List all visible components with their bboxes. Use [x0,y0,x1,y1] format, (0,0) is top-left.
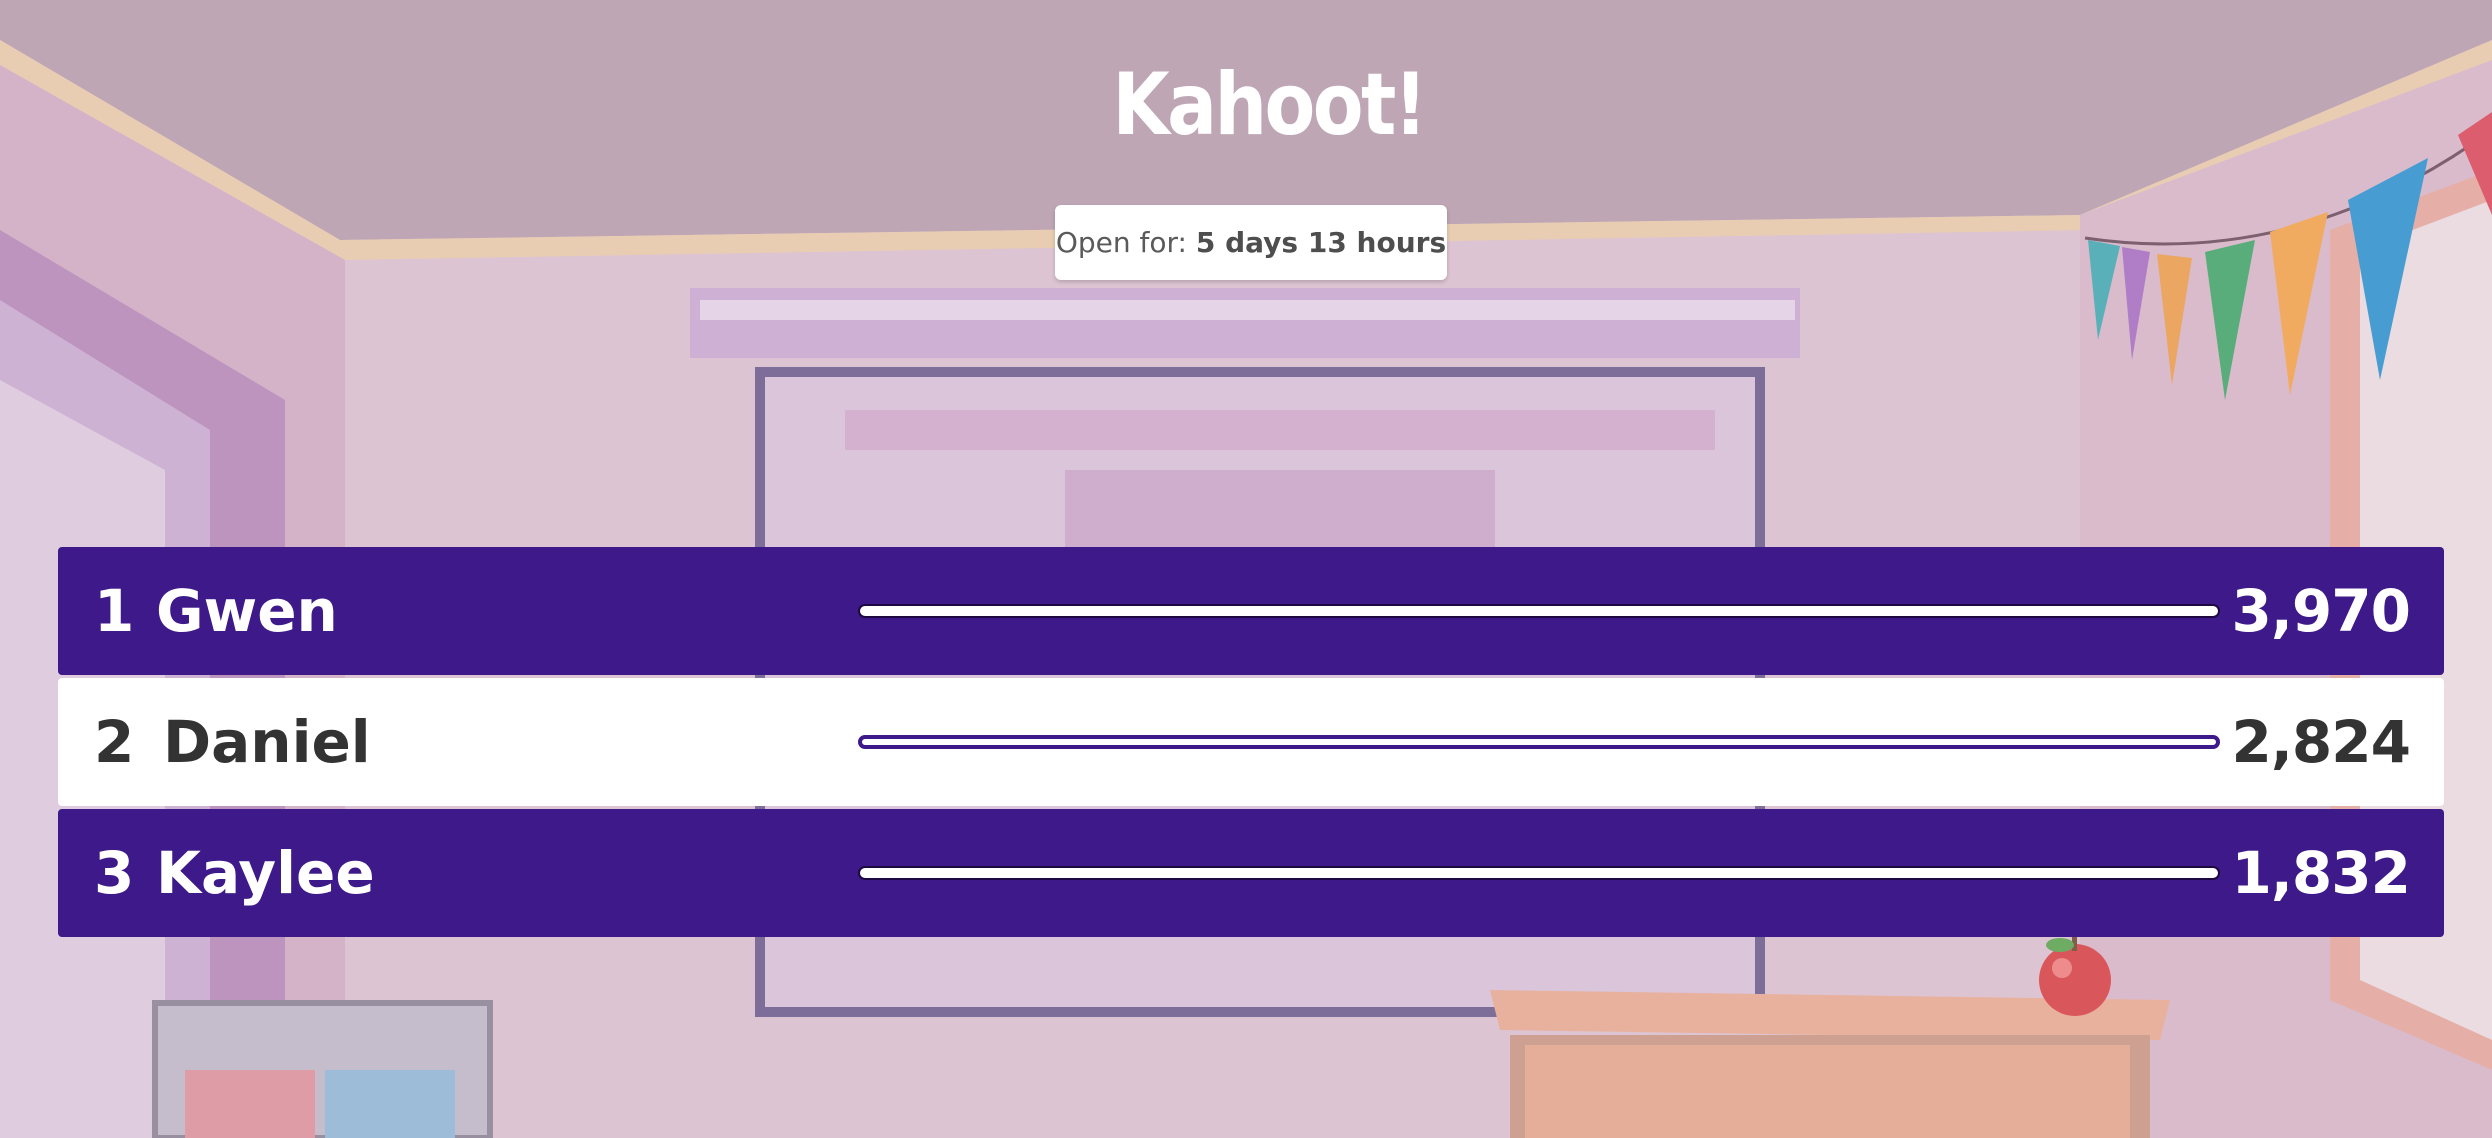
leaderboard-row: 3 Kaylee 1,832 [58,809,2444,937]
kahoot-logo: Kahoot! [1112,55,1427,155]
rank-number: 1 [94,577,135,645]
lobby-screen: Kahoot! Open for: 5 days 13 hours 1 Gwen… [0,0,2492,1138]
leaderboard-row: 1 Gwen 3,970 [58,547,2444,675]
player-name: Daniel [163,708,371,776]
player-score: 3,970 [2231,577,2411,645]
open-for-duration: 5 days 13 hours [1195,226,1447,259]
score-bar-track [858,604,2220,618]
score-bar-track [858,735,2220,749]
leaderboard-row-highlighted: 2 Daniel 2,824 [58,678,2444,806]
rank-number: 2 [94,708,135,776]
open-for-badge: Open for: 5 days 13 hours [1055,205,1447,280]
rank-number: 3 [94,839,135,907]
player-name: Kaylee [156,839,375,907]
player-name: Gwen [156,577,338,645]
score-bar [858,735,2220,749]
score-bar [858,604,2220,618]
open-for-label: Open for: [1055,226,1196,259]
score-bar [858,866,2220,880]
score-bar-track [858,866,2220,880]
player-score: 1,832 [2231,839,2411,907]
player-score: 2,824 [2231,708,2411,776]
